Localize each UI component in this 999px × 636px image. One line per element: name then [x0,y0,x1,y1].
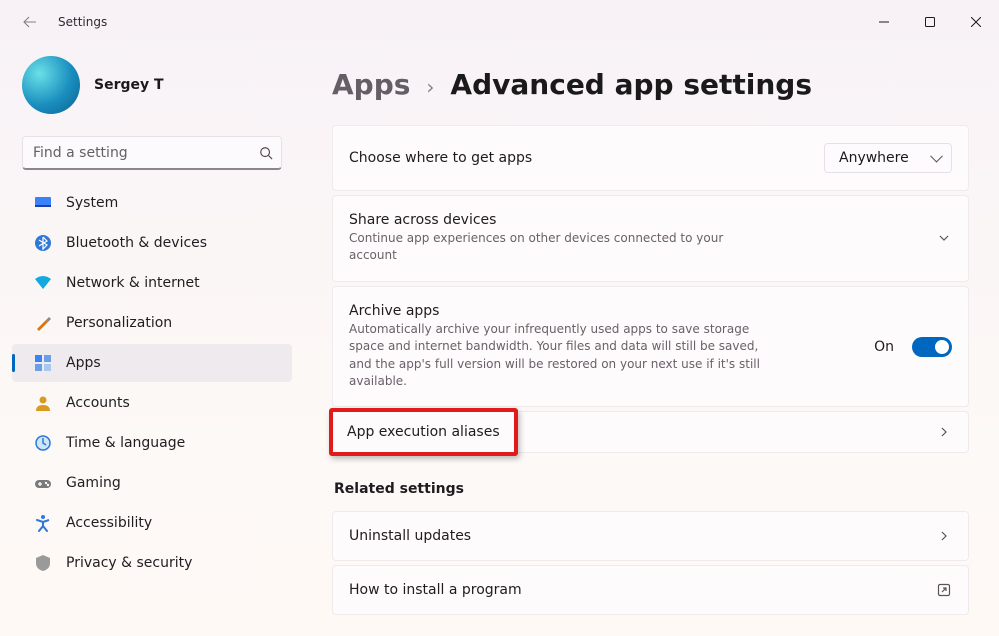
chevron-right-icon [936,424,952,440]
title-bar: Settings [0,0,999,44]
close-icon [971,17,981,27]
breadcrumb-separator-icon: › [426,75,434,99]
maximize-icon [925,17,935,27]
sidebar-item-network[interactable]: Network & internet [12,264,292,302]
window-controls [861,6,999,38]
gamepad-icon [34,474,52,492]
app-title: Settings [58,15,107,29]
sidebar-item-label: Gaming [66,475,121,491]
sidebar-item-accessibility[interactable]: Accessibility [12,504,292,542]
choose-where-dropdown[interactable]: Anywhere [824,143,952,173]
card-title: App execution aliases [347,424,500,440]
search-input[interactable]: Find a setting [22,136,282,170]
sidebar-item-label: System [66,195,118,211]
shield-icon [34,554,52,572]
card-title: How to install a program [349,582,936,598]
profile-name: Sergey T [94,77,164,93]
main-content: Apps › Advanced app settings Choose wher… [302,44,999,636]
card-uninstall-updates[interactable]: Uninstall updates [332,511,969,561]
archive-apps-toggle[interactable] [912,337,952,357]
toggle-state-label: On [874,339,894,355]
person-icon [34,394,52,412]
search-icon [259,146,273,160]
sidebar-item-label: Network & internet [66,275,200,291]
sidebar-item-system[interactable]: System [12,184,292,222]
minimize-button[interactable] [861,6,907,38]
chevron-down-icon [936,230,952,246]
chevron-right-icon [936,528,952,544]
monitor-icon [34,194,52,212]
card-title: Choose where to get apps [349,150,824,166]
card-share-devices[interactable]: Share across devices Continue app experi… [332,195,969,282]
clock-globe-icon [34,434,52,452]
minimize-icon [879,17,889,27]
bluetooth-icon [34,234,52,252]
sidebar-item-time-language[interactable]: Time & language [12,424,292,462]
related-settings-heading: Related settings [334,481,969,497]
sidebar-item-label: Apps [66,355,101,371]
card-choose-where: Choose where to get apps Anywhere [332,125,969,191]
paintbrush-icon [34,314,52,332]
card-title: Uninstall updates [349,528,936,544]
breadcrumb-parent[interactable]: Apps [332,68,410,101]
sidebar-item-apps[interactable]: Apps [12,344,292,382]
sidebar-item-label: Accounts [66,395,130,411]
sidebar-item-label: Bluetooth & devices [66,235,207,251]
card-title: Archive apps [349,303,874,319]
external-link-icon [936,582,952,598]
wifi-icon [34,274,52,292]
card-subtitle: Continue app experiences on other device… [349,230,769,265]
card-archive-apps: Archive apps Automatically archive your … [332,286,969,408]
annotation-highlight: App execution aliases [329,408,518,456]
close-button[interactable] [953,6,999,38]
sidebar-item-label: Time & language [66,435,185,451]
sidebar-item-privacy[interactable]: Privacy & security [12,544,292,582]
sidebar-item-personalization[interactable]: Personalization [12,304,292,342]
card-subtitle: Automatically archive your infrequently … [349,321,769,391]
card-title: Share across devices [349,212,936,228]
card-how-to-install[interactable]: How to install a program [332,565,969,615]
arrow-left-icon [22,14,38,30]
avatar [22,56,80,114]
profile-block[interactable]: Sergey T [0,44,302,130]
accessibility-icon [34,514,52,532]
sidebar-item-gaming[interactable]: Gaming [12,464,292,502]
back-button[interactable] [16,8,44,36]
sidebar-item-label: Privacy & security [66,555,192,571]
sidebar-nav: System Bluetooth & devices Network & int… [0,184,302,582]
sidebar: Sergey T Find a setting System Bluetooth… [0,44,302,636]
sidebar-item-accounts[interactable]: Accounts [12,384,292,422]
sidebar-item-bluetooth[interactable]: Bluetooth & devices [12,224,292,262]
search-placeholder: Find a setting [33,145,128,161]
breadcrumb: Apps › Advanced app settings [332,68,969,101]
page-title: Advanced app settings [450,68,812,101]
sidebar-item-label: Accessibility [66,515,152,531]
apps-icon [34,354,52,372]
sidebar-item-label: Personalization [66,315,172,331]
dropdown-value: Anywhere [839,150,909,166]
card-app-execution-aliases[interactable]: App execution aliases [332,411,969,453]
maximize-button[interactable] [907,6,953,38]
